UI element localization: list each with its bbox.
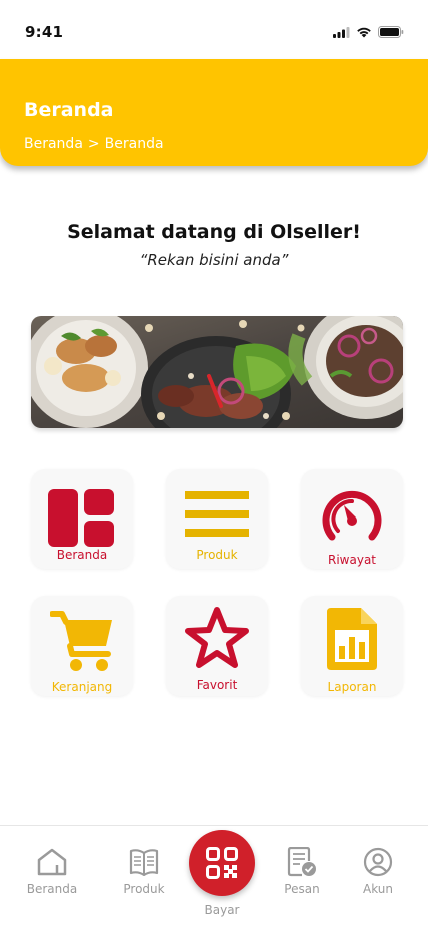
breadcrumb: Beranda > Beranda [24, 136, 164, 152]
status-bar: 9:41 [0, 0, 428, 60]
home-icon [37, 848, 67, 876]
signal-icon [333, 26, 350, 38]
menu-tile-favorit[interactable]: Favorit [166, 596, 268, 696]
menu-label-laporan: Laporan [327, 680, 377, 694]
page-header: Beranda Beranda > Beranda [0, 59, 428, 166]
nav-label-akun: Akun [363, 882, 393, 896]
book-icon [129, 849, 159, 876]
menu-tile-keranjang[interactable]: Keranjang [31, 596, 133, 696]
breadcrumb-separator: > [87, 136, 100, 152]
list-icon [185, 491, 249, 537]
nav-item-beranda[interactable]: Beranda [12, 846, 92, 896]
qr-code-icon [206, 847, 238, 879]
menu-tile-riwayat[interactable]: Riwayat [301, 469, 403, 569]
welcome-title: Selamat datang di Olseller! [67, 221, 361, 243]
menu-label-favorit: Favorit [196, 678, 238, 692]
nav-label-bayar: Bayar [204, 903, 240, 917]
menu-tile-laporan[interactable]: Laporan [301, 596, 403, 696]
nav-label-produk: Produk [123, 882, 165, 896]
menu-tile-produk[interactable]: Produk [166, 469, 268, 569]
account-icon [363, 847, 393, 877]
wifi-icon [357, 27, 371, 37]
menu-label-keranjang: Keranjang [51, 680, 113, 694]
gauge-icon [322, 490, 382, 541]
menu-label-produk: Produk [196, 548, 238, 562]
welcome-tagline: “Rekan bisini anda” [139, 251, 289, 269]
nav-item-pesan[interactable]: Pesan [262, 846, 342, 896]
nav-label-pesan: Pesan [284, 882, 320, 896]
breadcrumb-item-home[interactable]: Beranda [24, 136, 83, 152]
nav-item-produk[interactable]: Produk [104, 846, 184, 896]
report-icon [327, 608, 377, 670]
nav-item-akun[interactable]: Akun [338, 846, 418, 896]
star-icon [185, 607, 249, 668]
battery-icon [378, 26, 404, 38]
menu-label-riwayat: Riwayat [328, 553, 376, 567]
food-banner-image [31, 316, 403, 428]
pay-qr-button[interactable] [189, 830, 255, 896]
nav-label-beranda: Beranda [26, 882, 78, 896]
page-title: Beranda [24, 99, 114, 121]
order-icon [287, 847, 316, 877]
menu-tile-beranda[interactable]: Beranda [31, 469, 133, 569]
dashboard-icon [48, 489, 114, 547]
menu-label-beranda: Beranda [56, 548, 108, 562]
status-time: 9:41 [25, 23, 64, 41]
cart-icon [50, 611, 112, 671]
status-icons [333, 26, 404, 38]
breadcrumb-item-current: Beranda [104, 136, 164, 152]
